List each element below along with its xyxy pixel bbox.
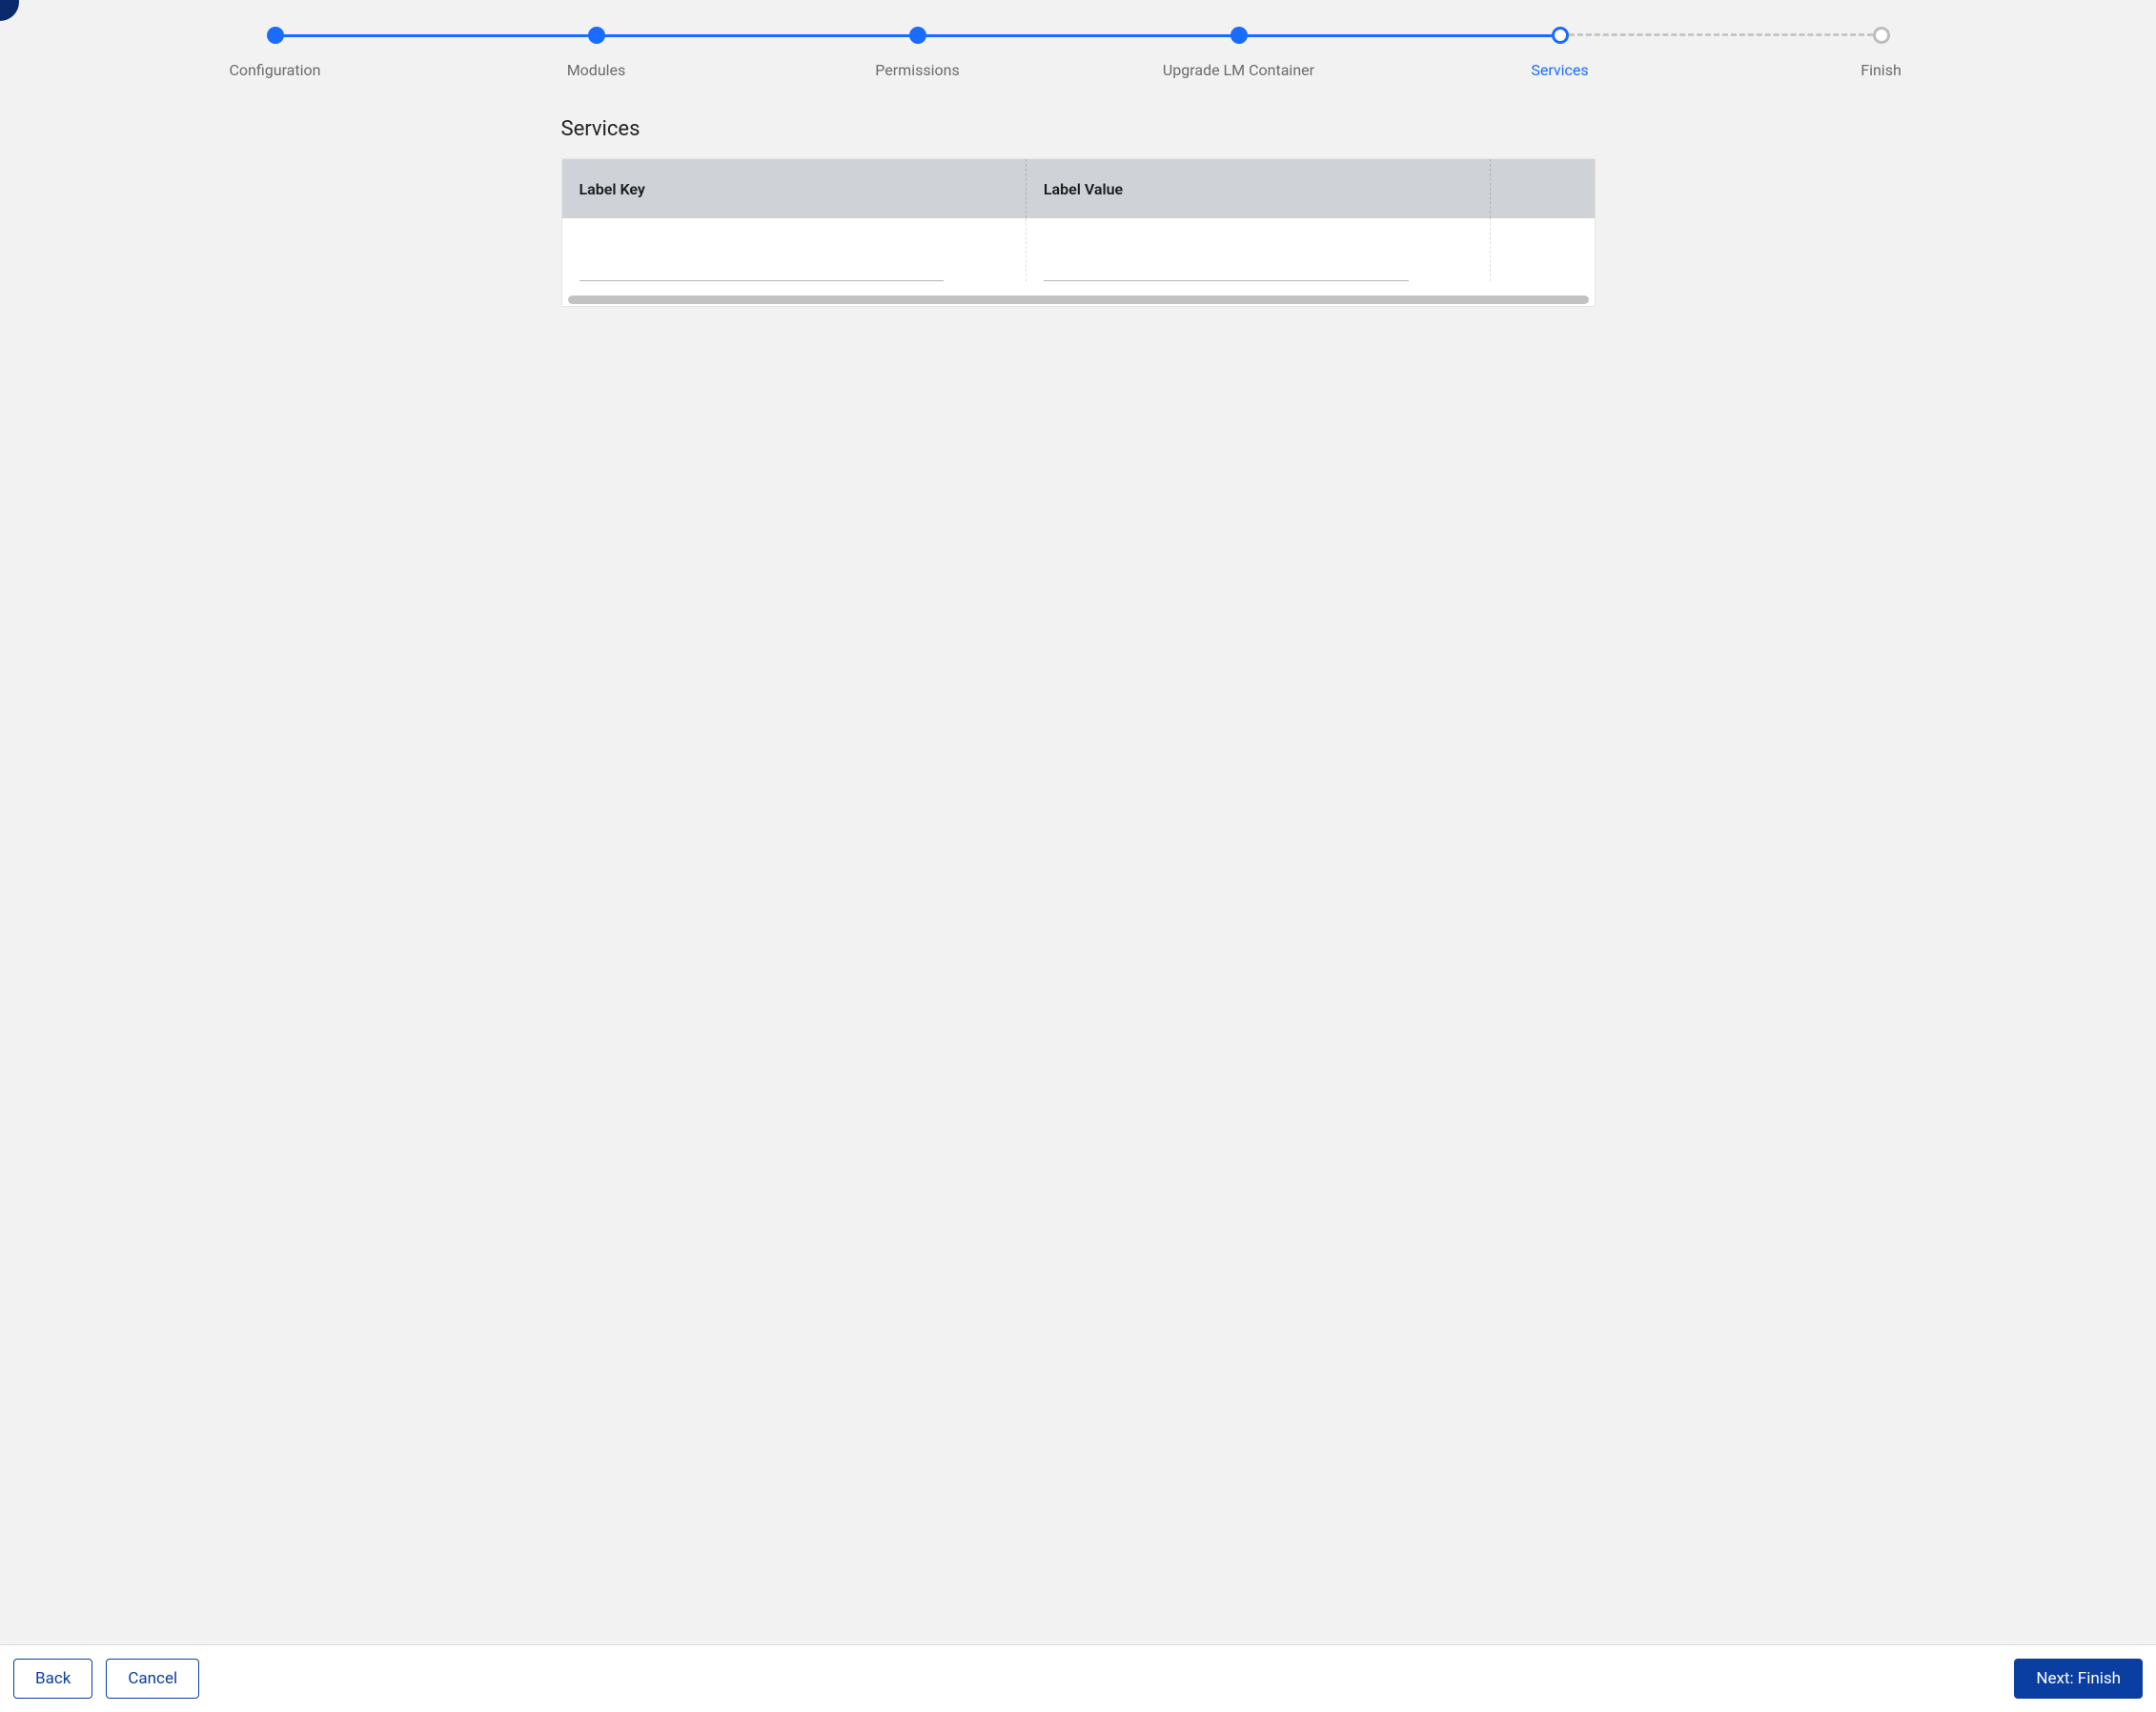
label-value-input[interactable]	[1044, 256, 1409, 281]
step-label: Permissions	[875, 61, 959, 79]
step-connector	[918, 34, 1239, 37]
table-row	[562, 218, 1595, 293]
step-dot-current-icon	[1552, 27, 1569, 44]
step-connector	[275, 34, 597, 37]
step-dot-done-icon	[267, 27, 284, 44]
step-label: Services	[1531, 61, 1588, 79]
step-dot-done-icon	[909, 27, 926, 44]
label-key-input[interactable]	[580, 256, 945, 281]
services-table: Label Key Label Value	[561, 158, 1596, 307]
back-button[interactable]: Back	[13, 1659, 92, 1699]
column-header-actions	[1491, 159, 1594, 218]
main-area: Configuration Modules Permissions Upgrad…	[0, 0, 2156, 1644]
step-label: Modules	[567, 61, 626, 79]
column-header-label-key[interactable]: Label Key	[562, 159, 1027, 218]
step-label: Upgrade LM Container	[1163, 61, 1314, 79]
column-header-label-value[interactable]: Label Value	[1027, 159, 1491, 218]
wizard-stepper: Configuration Modules Permissions Upgrad…	[0, 0, 2156, 79]
step-configuration[interactable]: Configuration	[114, 27, 436, 79]
cell-actions	[1491, 218, 1594, 281]
horizontal-scrollbar[interactable]	[562, 293, 1595, 306]
cell-label-value	[1027, 218, 1491, 281]
table-header-row: Label Key Label Value	[562, 159, 1595, 218]
content-panel: Services Label Key Label Value	[561, 117, 1596, 307]
wizard-footer: Back Cancel Next: Finish	[0, 1644, 2156, 1712]
step-connector	[1239, 34, 1560, 37]
step-label: Finish	[1861, 61, 1902, 79]
next-finish-button[interactable]: Next: Finish	[2014, 1659, 2143, 1699]
step-dot-done-icon	[1231, 27, 1248, 44]
step-dot-done-icon	[588, 27, 605, 44]
cancel-button[interactable]: Cancel	[106, 1659, 199, 1699]
step-connector	[597, 34, 918, 37]
step-connector	[1560, 33, 1881, 36]
page-title: Services	[561, 117, 1596, 141]
cell-label-key	[562, 218, 1027, 281]
scrollbar-thumb[interactable]	[568, 296, 1589, 304]
step-label: Configuration	[230, 61, 321, 79]
step-dot-future-icon	[1873, 27, 1890, 44]
